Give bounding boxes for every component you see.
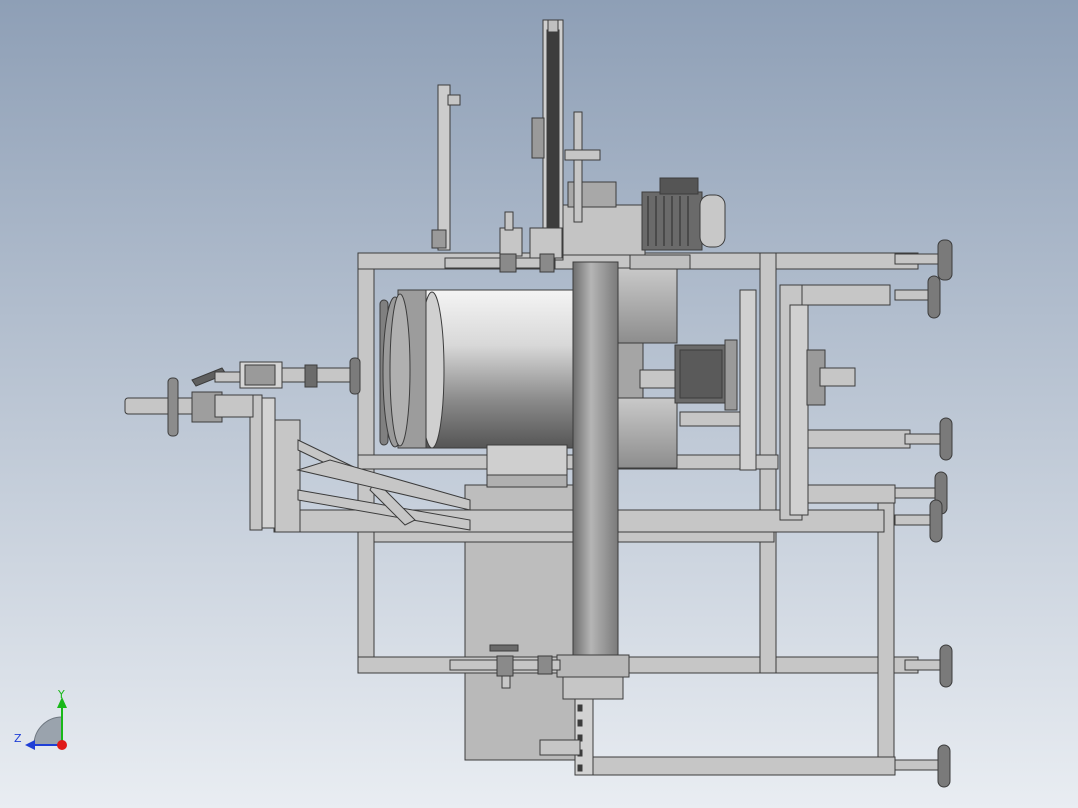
column-base-block[interactable] [556, 654, 630, 678]
triad-axis-x [57, 740, 67, 750]
base-rail[interactable] [486, 444, 568, 476]
triad-label-z: Z [14, 732, 22, 745]
column-foot[interactable] [562, 676, 624, 700]
triad-label-y: Y [57, 688, 65, 701]
drum-cylinder[interactable] [379, 289, 579, 449]
central-column[interactable] [572, 261, 619, 668]
cad-viewport[interactable]: Y Z [0, 0, 1078, 808]
